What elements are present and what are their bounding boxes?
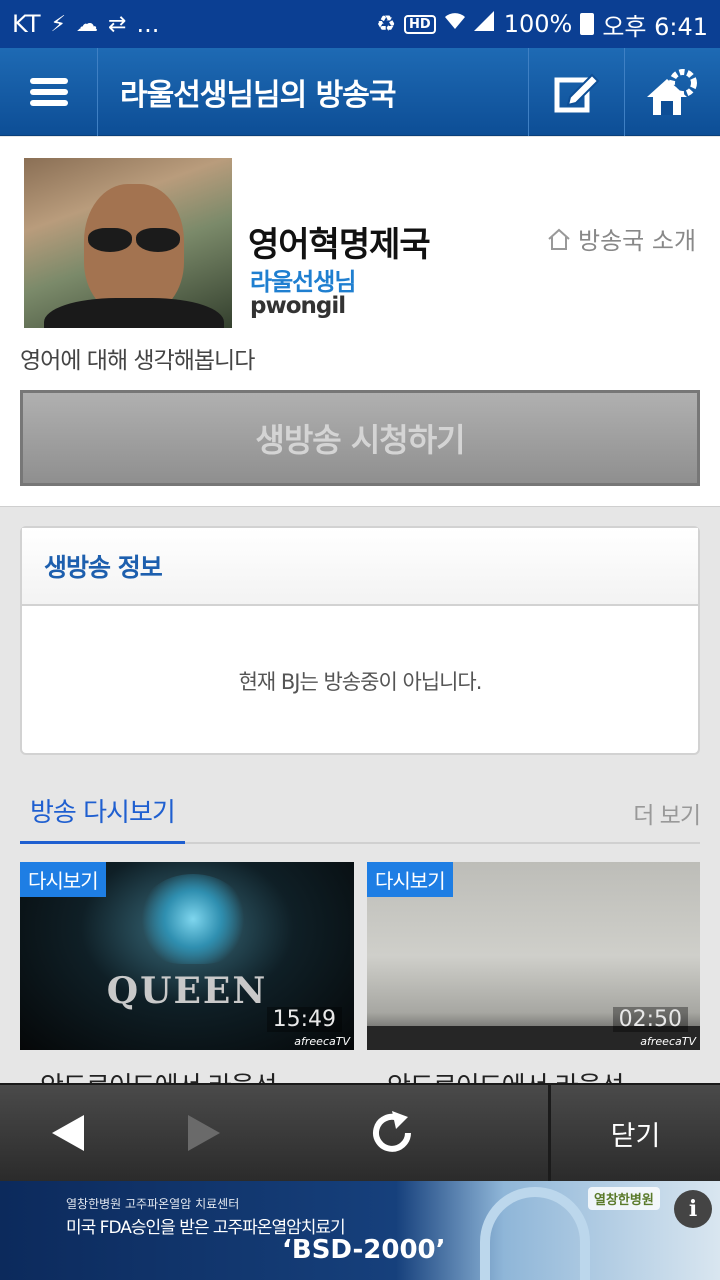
close-button[interactable]: 닫기: [548, 1085, 720, 1181]
ad-info-button[interactable]: i: [674, 1190, 712, 1228]
carrier-label: KT: [12, 10, 41, 38]
status-bar: KT ⚡ ☁ ⇄ ... ♻ HD 100% 오후 6:41: [0, 0, 720, 48]
home-gear-icon: [646, 68, 697, 115]
live-info-card: 생방송 정보 현재 BJ는 방송중이 아닙니다.: [20, 526, 700, 755]
edit-icon: [554, 73, 599, 112]
replay-badge: 다시보기: [367, 862, 453, 897]
home-outline-icon: [548, 228, 570, 250]
ad-device-image: [480, 1187, 590, 1280]
live-info-message: 현재 BJ는 방송중이 아닙니다.: [238, 669, 483, 694]
queen-crest-image: [138, 874, 248, 964]
forward-button[interactable]: [136, 1084, 272, 1182]
tab-replay[interactable]: 방송 다시보기: [20, 786, 185, 844]
battery-icon: [580, 13, 595, 35]
write-button[interactable]: [528, 47, 624, 136]
video-duration: 02:50: [612, 1007, 688, 1032]
video-duration: 15:49: [266, 1007, 342, 1032]
replay-tabs: 방송 다시보기 더 보기: [20, 786, 701, 844]
station-intro-label: 방송국 소개: [578, 227, 697, 255]
signal-icon: [473, 11, 496, 37]
ad-line-1: 열창한병원 고주파온열암 치료센터: [66, 1197, 240, 1211]
hd-voice-icon: HD: [404, 14, 436, 34]
replay-thumbnail[interactable]: 다시보기 02:50 afreecaTV: [367, 862, 700, 1050]
battery-percent: 100%: [503, 10, 573, 38]
more-link[interactable]: 더 보기: [633, 796, 701, 830]
app-header: 라울선생님님의 방송국: [0, 47, 720, 136]
avatar: [24, 158, 232, 328]
replay-thumbnail[interactable]: QUEEN 다시보기 15:49 afreecaTV: [20, 862, 354, 1050]
live-info-title: 생방송 정보: [22, 528, 698, 606]
thumbnail-text: QUEEN: [106, 970, 268, 1012]
ad-line-3: ‘BSD-2000’: [282, 1235, 446, 1265]
station-settings-button[interactable]: [624, 47, 720, 136]
sync-icon: ⇄: [108, 11, 127, 37]
hamburger-icon: [29, 73, 68, 111]
menu-button[interactable]: [0, 47, 98, 136]
cloud-icon: ☁: [76, 11, 98, 37]
wifi-icon: [444, 11, 466, 37]
back-arrow-icon: [52, 1115, 84, 1151]
more-notifications: ...: [136, 10, 160, 38]
refresh-button[interactable]: [324, 1084, 460, 1182]
forward-arrow-icon: [188, 1115, 220, 1151]
profile-section: 영어혁명제국 라울선생님 pwongil 방송국 소개 영어에 대해 생각해봅니…: [0, 137, 720, 507]
clock: 오후 6:41: [602, 12, 708, 41]
refresh-icon: [373, 1111, 411, 1152]
station-description: 영어에 대해 생각해봅니다: [20, 348, 255, 374]
vpn-icon: ⚡: [50, 11, 66, 37]
replay-badge: 다시보기: [20, 862, 106, 897]
watermark: afreecaTV: [294, 1035, 350, 1048]
header-title: 라울선생님님의 방송국: [120, 77, 396, 113]
station-intro-link[interactable]: 방송국 소개: [546, 221, 696, 256]
watermark: afreecaTV: [640, 1035, 696, 1048]
watch-live-button[interactable]: 생방송 시청하기: [20, 390, 700, 486]
ad-logo: 열창한병원: [588, 1187, 660, 1210]
back-button[interactable]: [0, 1084, 136, 1182]
station-name: 영어혁명제국: [248, 225, 431, 265]
bj-id: pwongil: [250, 293, 346, 319]
recycle-icon: ♻: [376, 11, 397, 37]
bj-nickname[interactable]: 라울선생님: [250, 262, 356, 297]
browser-nav-bar: 닫기: [0, 1083, 720, 1181]
ad-banner[interactable]: 열창한병원 고주파온열암 치료센터 미국 FDA승인을 받은 고주파온열암치료기…: [0, 1181, 720, 1280]
